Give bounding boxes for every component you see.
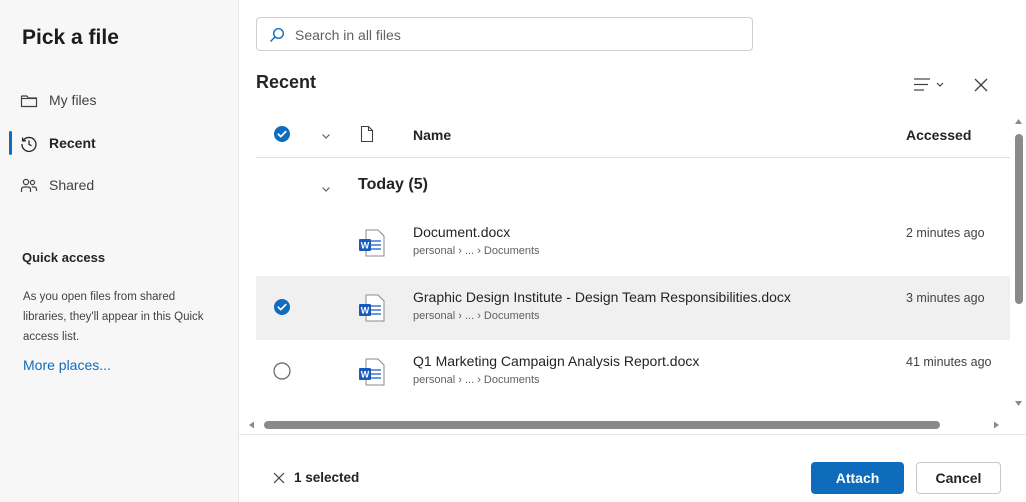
- file-path: personal › ... › Documents: [413, 310, 540, 322]
- word-file-icon: W: [358, 357, 386, 387]
- attach-button[interactable]: Attach: [811, 462, 904, 494]
- select-all-checkbox[interactable]: [273, 125, 291, 143]
- search-icon: [269, 27, 285, 43]
- horizontal-scroll-thumb[interactable]: [264, 421, 940, 429]
- history-icon: [20, 135, 38, 153]
- svg-text:W: W: [361, 306, 370, 316]
- table-header: Name Accessed: [256, 112, 1010, 158]
- word-file-icon: W: [358, 293, 386, 323]
- column-header-accessed[interactable]: Accessed: [906, 127, 971, 143]
- vertical-scroll-thumb[interactable]: [1015, 134, 1023, 304]
- empty-circle-icon: [273, 362, 291, 380]
- active-indicator: [9, 131, 12, 155]
- vertical-scrollbar[interactable]: [1011, 112, 1026, 408]
- people-icon: [20, 177, 38, 195]
- cancel-button[interactable]: Cancel: [916, 462, 1001, 494]
- file-accessed-time: 3 minutes ago: [906, 291, 985, 305]
- checkmark-circle-icon: [274, 126, 290, 142]
- list-view-icon: [914, 78, 944, 91]
- search-input[interactable]: [295, 24, 735, 46]
- sidebar-item-my-files[interactable]: My files: [0, 82, 239, 118]
- dialog-title: Pick a file: [22, 26, 119, 49]
- chevron-down-icon: [322, 134, 330, 139]
- sidebar-item-label: Recent: [49, 135, 96, 151]
- sidebar-item-label: My files: [49, 92, 97, 108]
- file-accessed-time: 41 minutes ago: [906, 355, 992, 369]
- sidebar-item-label: Shared: [49, 177, 95, 193]
- checkmark-circle-icon: [274, 299, 290, 315]
- svg-text:W: W: [361, 241, 370, 251]
- row-checkbox-checked[interactable]: [273, 298, 291, 316]
- search-box: [256, 17, 753, 51]
- file-name: Graphic Design Institute - Design Team R…: [413, 289, 791, 305]
- sidebar: Pick a file My files Recent Shared Quick…: [0, 0, 239, 502]
- quick-access-heading: Quick access: [22, 250, 106, 265]
- group-header: Today (5): [256, 162, 1010, 210]
- file-accessed-time: 2 minutes ago: [906, 226, 985, 240]
- section-title: Recent: [256, 72, 317, 92]
- more-places-link[interactable]: More places...: [23, 357, 111, 373]
- group-label: Today (5): [358, 176, 428, 193]
- close-icon: [273, 472, 285, 484]
- row-checkbox[interactable]: [273, 362, 291, 380]
- view-options-button[interactable]: [908, 72, 952, 98]
- column-header-name[interactable]: Name: [413, 127, 451, 143]
- chevron-down-icon: [322, 187, 330, 192]
- file-name: Q1 Marketing Campaign Analysis Report.do…: [413, 353, 700, 369]
- file-name: Document.docx: [413, 224, 511, 240]
- svg-text:W: W: [361, 370, 370, 380]
- quick-access-description: As you open files from shared libraries,…: [23, 291, 204, 343]
- collapse-all-button[interactable]: [320, 129, 332, 141]
- file-type-column-icon: [359, 125, 375, 143]
- folder-icon: [20, 92, 38, 110]
- selected-count: 1 selected: [294, 470, 360, 485]
- file-row[interactable]: W Q1 Marketing Campaign Analysis Report.…: [256, 340, 1010, 404]
- file-path: personal › ... › Documents: [413, 374, 540, 386]
- close-icon: [974, 78, 988, 92]
- file-row-selected[interactable]: W Graphic Design Institute - Design Team…: [256, 276, 1010, 340]
- sidebar-item-recent[interactable]: Recent: [0, 125, 239, 161]
- close-button[interactable]: [968, 72, 994, 98]
- footer-divider: [239, 434, 1026, 435]
- word-file-icon: W: [358, 228, 386, 258]
- file-list: Name Accessed Today (5) W Document.docx …: [256, 112, 1010, 407]
- file-row[interactable]: W Document.docx personal › ... › Documen…: [256, 211, 1010, 275]
- clear-selection-button[interactable]: [272, 471, 286, 485]
- horizontal-scrollbar[interactable]: [244, 418, 1012, 432]
- sidebar-item-shared[interactable]: Shared: [0, 167, 239, 203]
- file-path: personal › ... › Documents: [413, 245, 540, 257]
- group-collapse-button[interactable]: [320, 182, 332, 194]
